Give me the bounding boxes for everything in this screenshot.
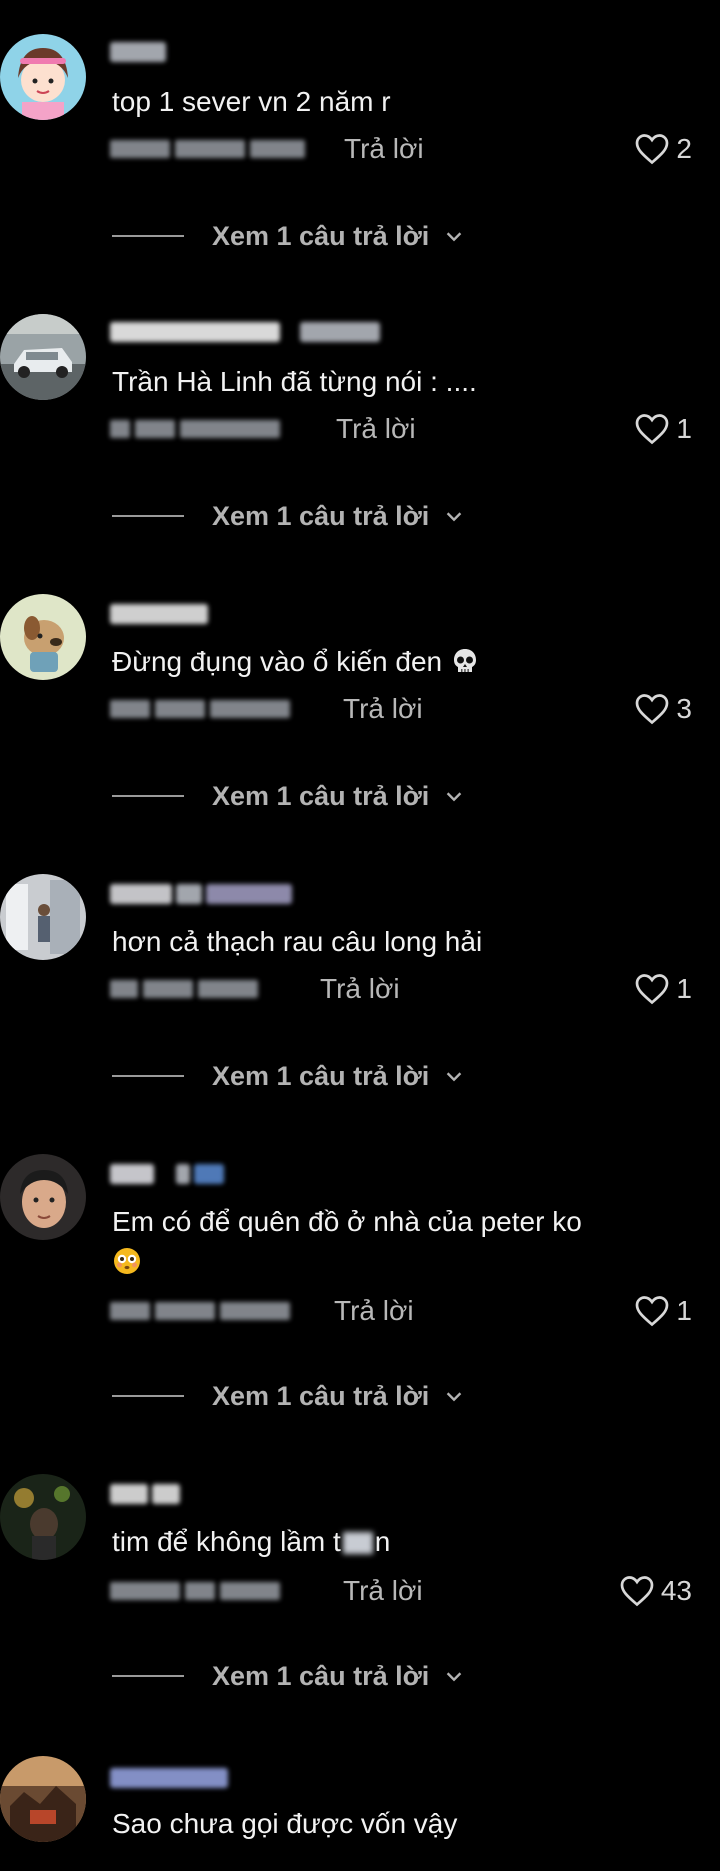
comment-text: hơn cả thạch rau câu long hải (112, 926, 483, 957)
comment-meta: Trả lời 3 (110, 692, 710, 726)
heart-icon (620, 1576, 654, 1607)
timestamp-redacted (110, 1582, 280, 1602)
like-count: 1 (676, 413, 692, 444)
timestamp-redacted (110, 700, 290, 720)
timestamp-redacted (110, 980, 258, 1000)
divider-line (112, 1395, 184, 1397)
heart-icon (636, 1296, 669, 1327)
username-redacted[interactable] (110, 40, 166, 64)
reply-button[interactable]: Trả lời (320, 972, 400, 1006)
timestamp-redacted (110, 1302, 290, 1322)
avatar[interactable] (0, 874, 86, 960)
username-redacted[interactable] (110, 1482, 180, 1506)
divider-line (112, 1675, 184, 1677)
username-redacted[interactable] (110, 1162, 224, 1186)
reply-button[interactable]: Trả lời (334, 1294, 414, 1328)
avatar[interactable] (0, 594, 86, 680)
comment-text: top 1 sever vn 2 năm r (112, 86, 391, 117)
comment-meta: Trả lời 43 (110, 1574, 710, 1608)
chevron-down-icon (447, 792, 462, 802)
chevron-down-icon (447, 232, 462, 242)
divider-line (112, 235, 184, 237)
heart-icon (636, 134, 669, 165)
like-button[interactable]: 1 (634, 412, 692, 446)
divider-line (112, 515, 184, 517)
view-replies-button[interactable]: Xem 1 câu trả lời (112, 1658, 465, 1694)
like-button[interactable]: 43 (619, 1574, 692, 1608)
comment-text: Trần Hà Linh đã từng nói : .... (112, 366, 477, 397)
username-redacted[interactable] (110, 602, 208, 626)
username-redacted[interactable] (110, 882, 292, 906)
avatar[interactable] (0, 314, 86, 400)
like-count: 3 (676, 693, 692, 724)
view-replies-button[interactable]: Xem 1 câu trả lời (112, 1058, 465, 1094)
comment-text: Đừng đụng vào ổ kiến đen (112, 642, 480, 682)
comment-text: Sao chưa gọi được vốn vậy (112, 1808, 458, 1839)
comment-text: tim để không lầm tn (112, 1526, 391, 1557)
chevron-down-icon (447, 1392, 462, 1402)
comment-meta: Trả lời 2 (110, 132, 710, 166)
flushed-face-icon (114, 1248, 140, 1274)
avatar[interactable] (0, 1474, 86, 1560)
like-count: 1 (676, 1295, 692, 1326)
like-count: 1 (676, 973, 692, 1004)
chevron-down-icon (447, 1672, 462, 1682)
reply-button[interactable]: Trả lời (336, 412, 416, 446)
comment-meta: Trả lời 1 (110, 1294, 710, 1328)
comment-text: Em có để quên đồ ở nhà của peter ko (112, 1206, 582, 1237)
comment-meta: Trả lời 1 (110, 412, 710, 446)
comment-text-line2 (112, 1242, 142, 1282)
comment-meta: Trả lời 1 (110, 972, 710, 1006)
like-button[interactable]: 1 (634, 972, 692, 1006)
divider-line (112, 1075, 184, 1077)
like-count: 2 (676, 133, 692, 164)
view-replies-button[interactable]: Xem 1 câu trả lời (112, 218, 465, 254)
reply-button[interactable]: Trả lời (344, 132, 424, 166)
like-button[interactable]: 3 (634, 692, 692, 726)
timestamp-redacted (110, 140, 305, 160)
view-replies-button[interactable]: Xem 1 câu trả lời (112, 1378, 465, 1414)
avatar[interactable] (0, 1154, 86, 1240)
chevron-down-icon (447, 1072, 462, 1082)
skull-icon (453, 649, 476, 672)
like-button[interactable]: 1 (634, 1294, 692, 1328)
heart-icon (636, 414, 669, 445)
avatar[interactable] (0, 34, 86, 120)
timestamp-redacted (110, 420, 280, 440)
view-replies-button[interactable]: Xem 1 câu trả lời (112, 498, 465, 534)
like-count: 43 (660, 1575, 692, 1606)
view-replies-button[interactable]: Xem 1 câu trả lời (112, 778, 465, 814)
reply-button[interactable]: Trả lời (343, 692, 423, 726)
username-redacted[interactable] (110, 1766, 228, 1790)
redacted-text (342, 1532, 373, 1554)
heart-icon (636, 694, 669, 725)
like-button[interactable]: 2 (634, 132, 692, 166)
reply-button[interactable]: Trả lời (343, 1574, 423, 1608)
heart-icon (636, 974, 669, 1005)
avatar[interactable] (0, 1756, 86, 1842)
chevron-down-icon (447, 512, 462, 522)
divider-line (112, 795, 184, 797)
username-redacted[interactable] (110, 320, 380, 344)
